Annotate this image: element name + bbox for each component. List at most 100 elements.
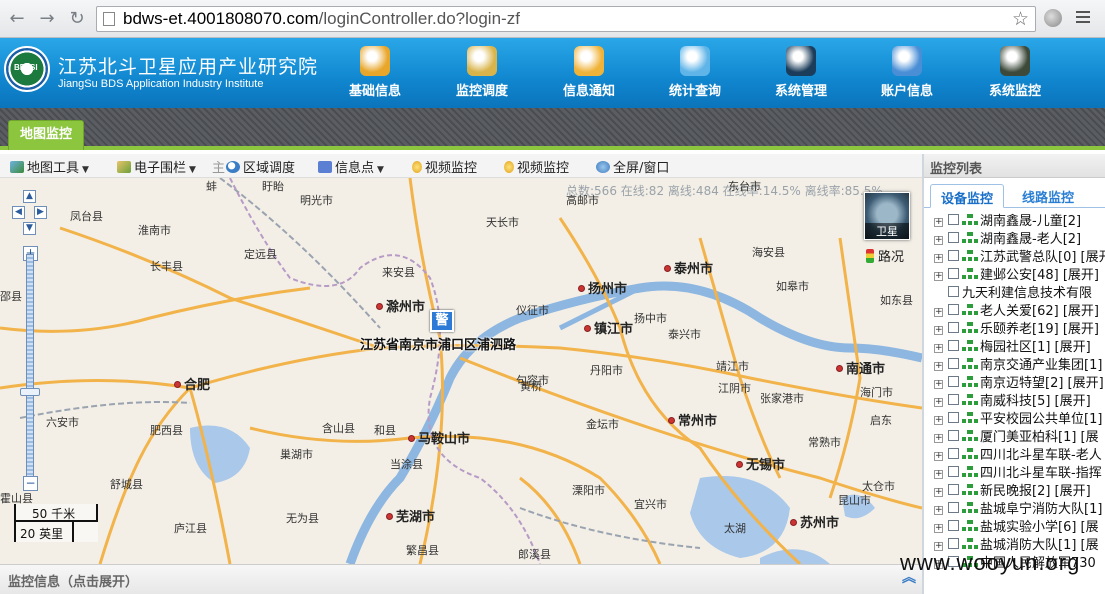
tree-row[interactable]: + 新民晚报[2] [展开] — [924, 480, 1105, 499]
nav-item-4[interactable]: 统计查询 — [650, 44, 740, 102]
tree-checkbox[interactable] — [948, 412, 959, 423]
tree-checkbox[interactable] — [948, 322, 959, 333]
nav-item-6[interactable]: 账户信息 — [862, 44, 952, 102]
pan-left-icon[interactable]: ◀ — [12, 206, 25, 219]
info-points-menu[interactable]: 信息点 ▼ — [318, 157, 384, 176]
traffic-toggle[interactable]: 路况 — [866, 246, 904, 265]
expand-toggle-icon[interactable]: + — [934, 218, 943, 227]
org-logo: BDJSI — [4, 46, 50, 92]
pan-down-icon[interactable]: ▼ — [23, 222, 36, 235]
city-name: 蚌 — [206, 180, 217, 193]
tree-row[interactable]: + 梅园社区[1] [展开] — [924, 336, 1105, 355]
tree-row[interactable]: + 南京交通产业集团[1] — [924, 354, 1105, 373]
tree-checkbox[interactable] — [948, 484, 959, 495]
expand-toggle-icon[interactable]: + — [934, 380, 943, 389]
expand-toggle-icon[interactable]: + — [934, 488, 943, 497]
pan-right-icon[interactable]: ▶ — [34, 206, 47, 219]
map-canvas[interactable]: 总数:566 在线:82 离线:484 在线率:14.5% 离线率:85.5% … — [0, 178, 922, 564]
geofence-menu[interactable]: 电子围栏 ▼ — [117, 157, 196, 176]
tree-row[interactable]: + 江苏武警总队[0] [展开] — [924, 246, 1105, 265]
tree-row-label: 江苏武警总队[0] [展开] — [980, 250, 1105, 265]
tree-checkbox[interactable] — [948, 502, 959, 513]
tree-checkbox[interactable] — [948, 232, 959, 243]
tree-checkbox[interactable] — [948, 358, 959, 369]
menu-icon[interactable] — [1076, 11, 1090, 26]
nav-item-1[interactable]: 基础信息 — [330, 44, 420, 102]
video-monitor-button-2[interactable]: 视频监控 — [504, 157, 569, 176]
city-name: 溧阳市 — [572, 484, 605, 497]
tree-checkbox[interactable] — [948, 376, 959, 387]
city-label: 仪征市 — [516, 302, 549, 318]
tree-checkbox[interactable] — [948, 214, 959, 225]
expand-toggle-icon[interactable]: + — [934, 416, 943, 425]
tab-route-monitor[interactable]: 线路监控 — [1012, 184, 1084, 208]
pan-up-icon[interactable]: ▲ — [23, 190, 36, 203]
fullscreen-button[interactable]: 全屏/窗口 — [596, 157, 669, 176]
forward-arrow-icon[interactable]: → — [36, 8, 58, 30]
expand-toggle-icon[interactable]: + — [934, 236, 943, 245]
satellite-toggle[interactable]: 卫星 — [864, 192, 910, 240]
nav-item-7[interactable]: 系统监控 — [970, 44, 1060, 102]
tree-checkbox[interactable] — [948, 466, 959, 477]
zoom-out-button[interactable]: − — [23, 476, 38, 491]
expand-toggle-icon[interactable]: + — [934, 398, 943, 407]
nav-item-3[interactable]: 信息通知 — [544, 44, 634, 102]
tree-checkbox[interactable] — [948, 538, 959, 549]
expand-toggle-icon[interactable]: + — [934, 254, 943, 263]
tree-row[interactable]: + 南威科技[5] [展开] — [924, 390, 1105, 409]
nav-item-5[interactable]: 系统管理 — [756, 44, 846, 102]
expand-toggle-icon[interactable]: + — [934, 326, 943, 335]
tree-row[interactable]: + 厦门美亚柏科[1] [展 — [924, 426, 1105, 445]
tree-checkbox[interactable] — [948, 286, 959, 297]
city-name: 郎溪县 — [518, 548, 551, 561]
expand-toggle-icon[interactable]: + — [934, 452, 943, 461]
tree-checkbox[interactable] — [948, 340, 959, 351]
tab-map-monitor[interactable]: 地图监控 — [8, 120, 84, 150]
tree-checkbox[interactable] — [948, 250, 959, 261]
region-dispatch-button[interactable]: 区域调度 — [226, 157, 295, 176]
zoom-slider-handle[interactable] — [20, 388, 40, 396]
tree-row[interactable]: + 建邺公安[48] [展开] — [924, 264, 1105, 283]
reload-icon[interactable]: ↻ — [66, 8, 88, 30]
tree-row[interactable]: + 乐颐养老[19] [展开] — [924, 318, 1105, 337]
zoom-slider[interactable] — [26, 254, 34, 486]
expand-toggle-icon[interactable]: + — [934, 362, 943, 371]
expand-toggle-icon[interactable]: + — [934, 506, 943, 515]
police-marker[interactable]: 警 — [430, 310, 454, 332]
tree-row[interactable]: 九天利建信息技术有限 — [924, 282, 1105, 301]
expand-toggle-icon[interactable]: + — [934, 434, 943, 443]
tree-row[interactable]: + 盐城阜宁消防大队[1] — [924, 498, 1105, 517]
tree-row[interactable]: + 平安校园公共单位[1] — [924, 408, 1105, 427]
tree-checkbox[interactable] — [948, 268, 959, 279]
tree-row[interactable]: + 湖南鑫晟-老人[2] — [924, 228, 1105, 247]
tree-row[interactable]: + 四川北斗星车联-老人 — [924, 444, 1105, 463]
tree-checkbox[interactable] — [948, 304, 959, 315]
map-tools-menu[interactable]: 地图工具 ▼ — [10, 157, 89, 176]
tree-row[interactable]: + 盐城实验小学[6] [展 — [924, 516, 1105, 535]
video-monitor-button-1[interactable]: 视频监控 — [412, 157, 477, 176]
bookmark-star-icon[interactable]: ☆ — [1012, 8, 1029, 30]
tree-checkbox[interactable] — [948, 520, 959, 531]
city-label: 郎溪县 — [518, 546, 551, 562]
expand-toggle-icon[interactable]: + — [934, 470, 943, 479]
tree-checkbox[interactable] — [948, 430, 959, 441]
globe-icon[interactable] — [1044, 9, 1062, 27]
expand-toggle-icon[interactable]: + — [934, 308, 943, 317]
tree-row[interactable]: + 老人关爱[62] [展开] — [924, 300, 1105, 319]
tree-checkbox[interactable] — [948, 394, 959, 405]
expand-toggle-icon[interactable]: + — [934, 344, 943, 353]
info-points-label: 信息点 — [335, 161, 375, 176]
tree-checkbox[interactable] — [948, 448, 959, 459]
expand-toggle-icon[interactable]: + — [934, 524, 943, 533]
traffic-light-icon — [866, 249, 874, 263]
expand-toggle-icon[interactable]: + — [934, 272, 943, 281]
tree-row[interactable]: + 湖南鑫晟-儿童[2] — [924, 210, 1105, 229]
back-arrow-icon[interactable]: ← — [6, 8, 28, 30]
nav-item-2[interactable]: 监控调度 — [437, 44, 527, 102]
tree-row[interactable]: + 四川北斗星车联-指挥 — [924, 462, 1105, 481]
tree-row[interactable]: + 南京迈特望[2] [展开] — [924, 372, 1105, 391]
tab-device-monitor[interactable]: 设备监控 — [930, 184, 1005, 208]
url-text[interactable]: bdws-et.4001808070.com/loginController.d… — [123, 9, 520, 29]
address-bar[interactable]: bdws-et.4001808070.com/loginController.d… — [96, 6, 1036, 32]
monitor-info-bar[interactable]: 监控信息（点击展开） ︽ — [0, 564, 922, 594]
